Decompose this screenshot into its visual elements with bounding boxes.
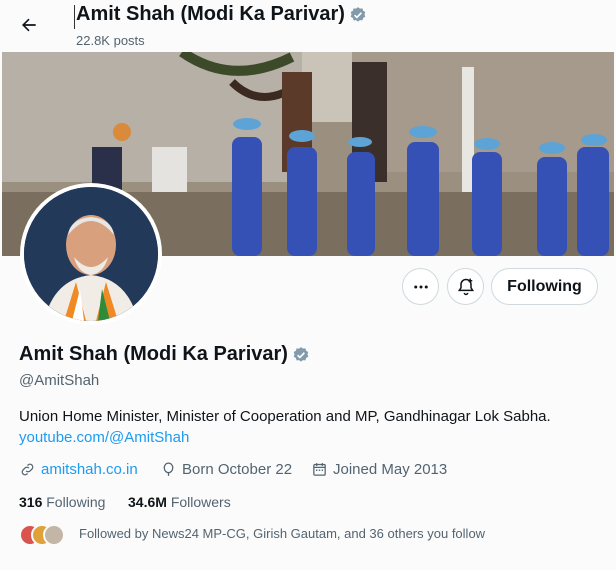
website-item[interactable]: amitshah.co.in	[19, 461, 138, 478]
avatar-image	[24, 187, 158, 321]
bio-link[interactable]: youtube.com/@AmitShah	[19, 429, 189, 446]
followed-by-avatars[interactable]	[19, 524, 67, 548]
notifications-button[interactable]	[447, 268, 484, 305]
profile-avatar[interactable]	[20, 183, 162, 325]
notification-bell-icon	[457, 278, 474, 295]
header-title: Amit Shah (Modi Ka Parivar)	[74, 3, 367, 29]
followers-count-link[interactable]: 34.6M Followers	[128, 494, 231, 510]
post-count: 22.8K posts	[76, 33, 145, 48]
back-arrow-icon	[22, 18, 36, 32]
birthday-icon	[163, 462, 174, 476]
verified-badge-icon	[350, 6, 366, 22]
verified-badge-icon	[293, 346, 309, 362]
followed-by-text[interactable]: Followed by News24 MP-CG, Girish Gautam,…	[79, 526, 485, 541]
followers-count: 34.6M	[128, 494, 167, 510]
more-icon	[413, 285, 428, 288]
birthday-item: Born October 22	[160, 461, 292, 478]
followers-label: Followers	[170, 494, 231, 510]
following-label: Following	[46, 494, 106, 510]
calendar-icon	[313, 463, 326, 476]
profile-display-name: Amit Shah (Modi Ka Parivar)	[19, 343, 288, 365]
more-button[interactable]	[402, 268, 439, 305]
following-count: 316	[19, 494, 43, 510]
text-cursor	[74, 5, 75, 29]
profile-name: Amit Shah (Modi Ka Parivar)	[19, 343, 310, 366]
following-button[interactable]: Following	[491, 268, 598, 305]
back-button[interactable]	[14, 10, 44, 40]
follower-avatar	[43, 524, 65, 546]
link-icon	[21, 463, 34, 476]
website-link[interactable]: amitshah.co.in	[41, 461, 138, 478]
profile-bio: Union Home Minister, Minister of Coopera…	[19, 408, 551, 425]
birthday-text: Born October 22	[182, 461, 293, 478]
following-count-link[interactable]: 316 Following	[19, 494, 105, 510]
profile-handle: @AmitShah	[19, 372, 100, 389]
joined-item: Joined May 2013	[311, 461, 447, 478]
joined-text: Joined May 2013	[333, 461, 448, 478]
header-name: Amit Shah (Modi Ka Parivar)	[76, 3, 345, 25]
profile-header: Amit Shah (Modi Ka Parivar) 22.8K posts	[0, 0, 616, 52]
